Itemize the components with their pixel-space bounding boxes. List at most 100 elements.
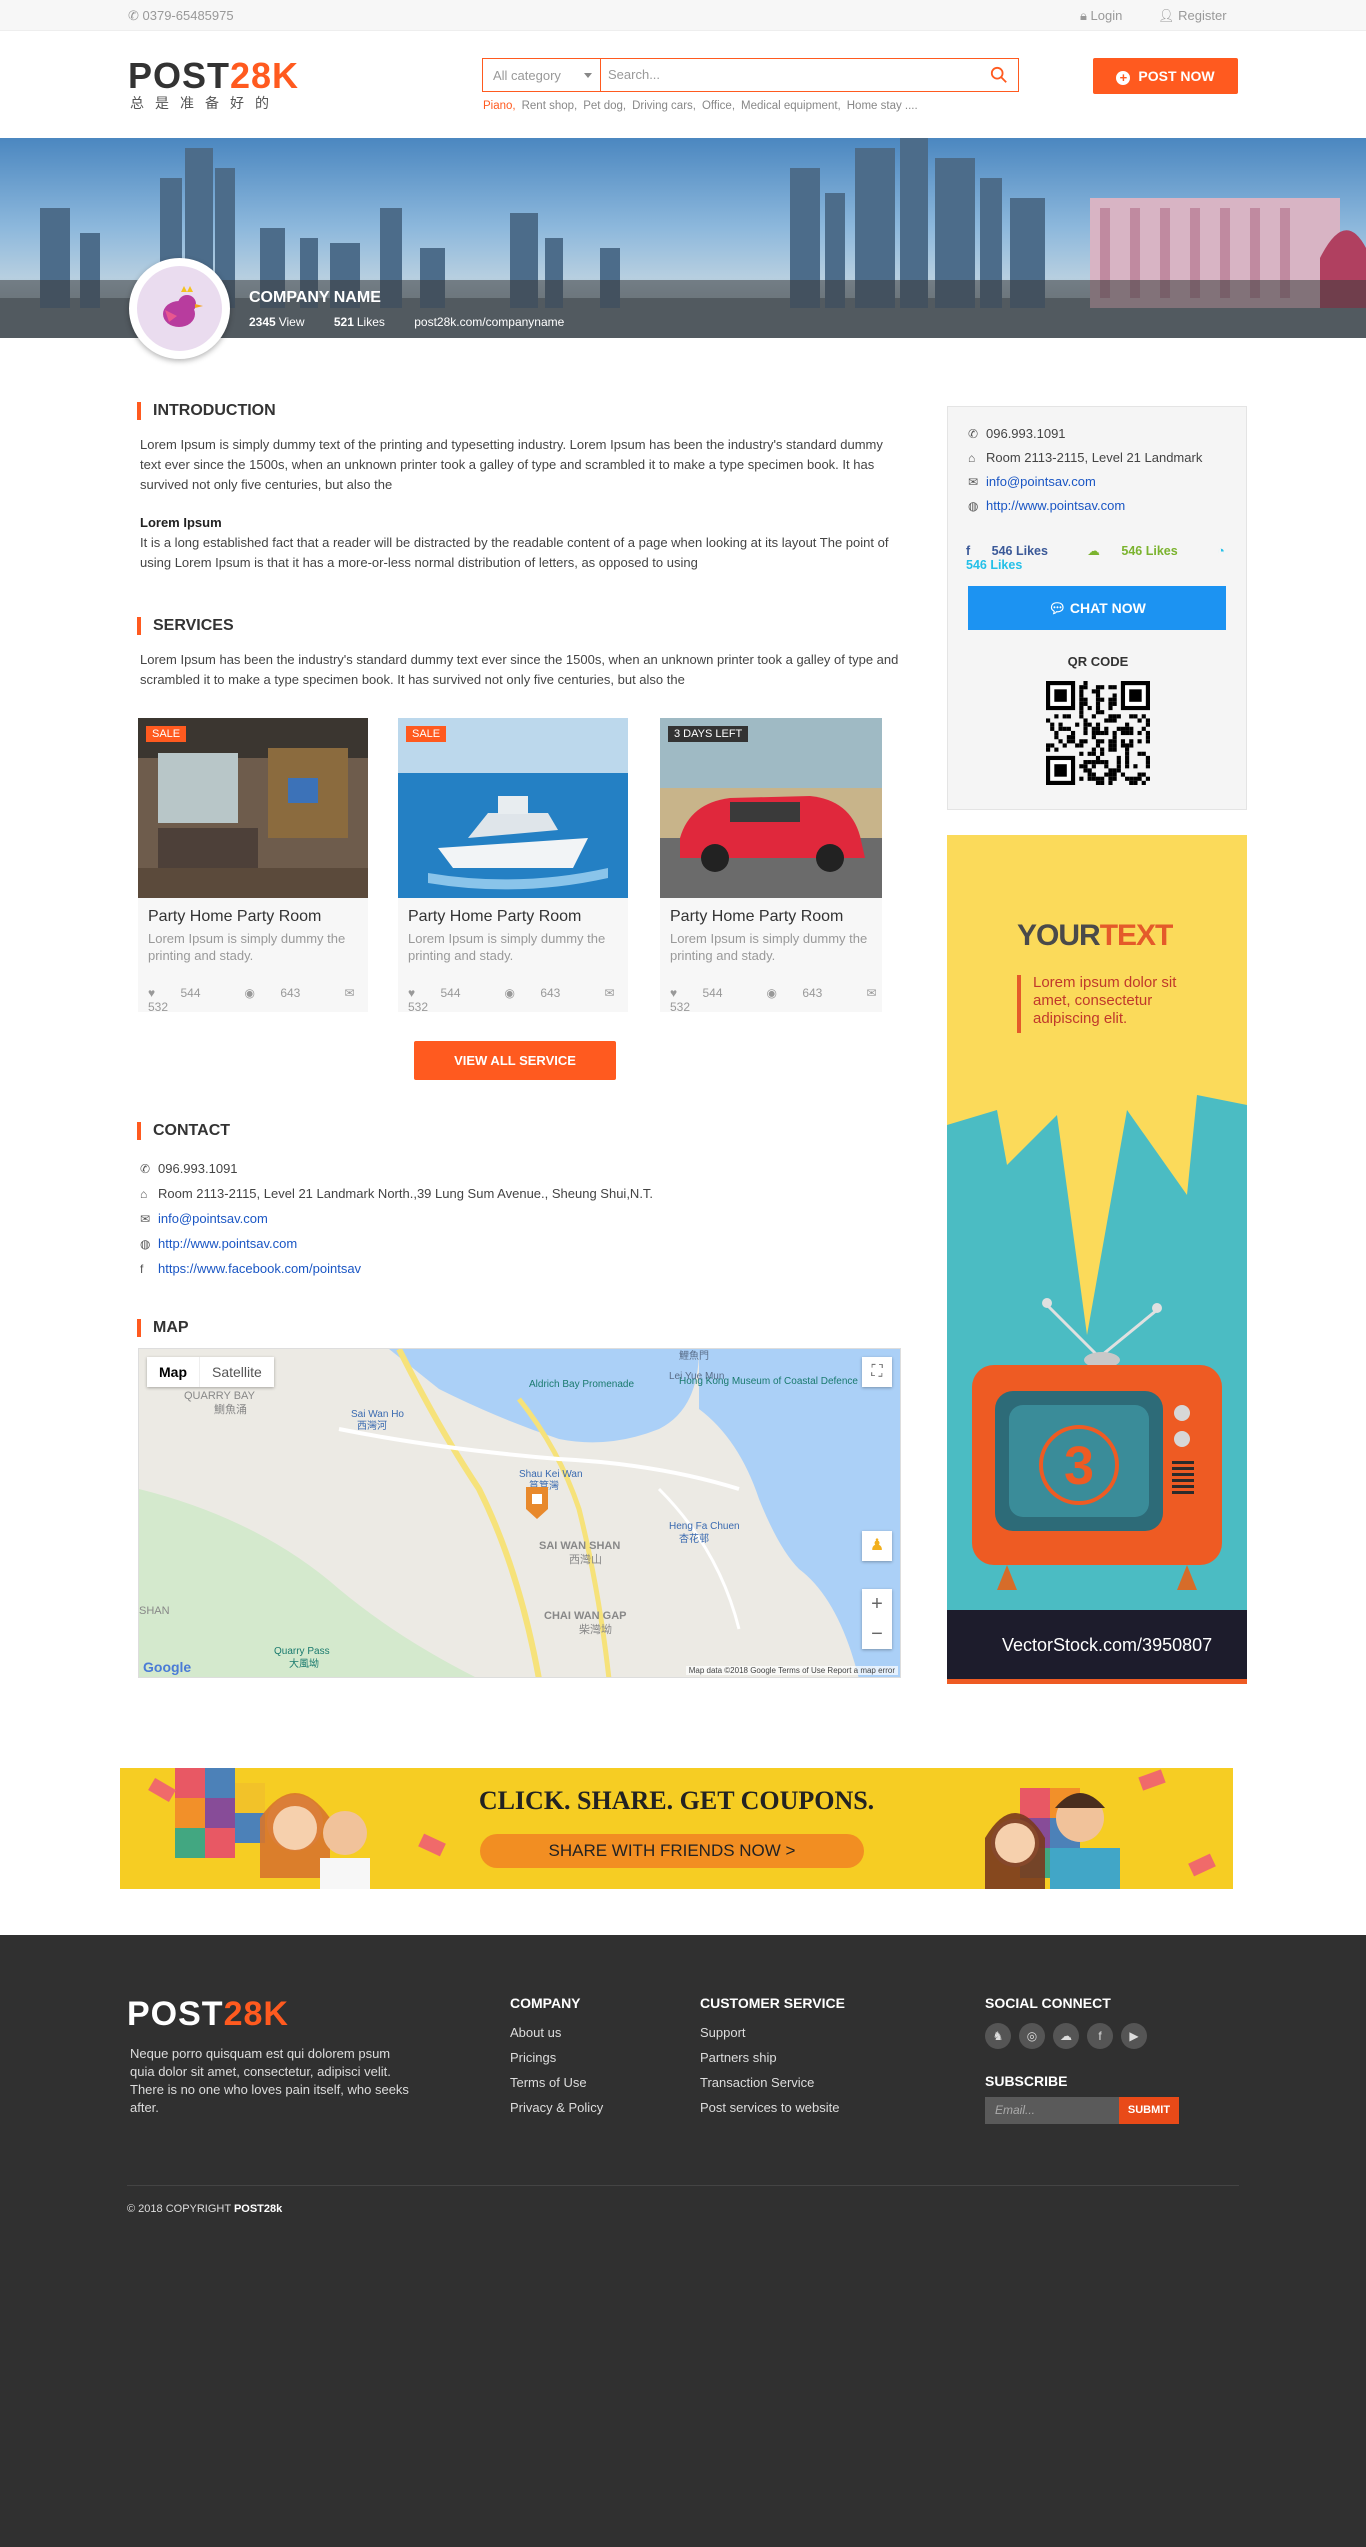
keyword-link[interactable]: Piano, bbox=[483, 100, 516, 112]
map-attribution[interactable]: Map data ©2018 Google Terms of Use Repor… bbox=[685, 1666, 898, 1675]
contact-email-link[interactable]: info@pointsav.com bbox=[158, 1211, 268, 1226]
keyword-link[interactable]: Home stay .... bbox=[847, 100, 918, 112]
service-image: SALE bbox=[398, 718, 628, 898]
service-meta: ♥ 544 ◉ 643 ✉ 532 bbox=[670, 986, 877, 1014]
service-title[interactable]: Party Home Party Room bbox=[670, 908, 843, 926]
zoom-out-icon[interactable]: − bbox=[862, 1619, 892, 1649]
youtube-icon[interactable]: ▶ bbox=[1121, 2023, 1147, 2049]
keyword-link[interactable]: Driving cars, bbox=[632, 100, 696, 112]
post-now-button[interactable]: + POST NOW bbox=[1093, 58, 1238, 94]
map-label: 杏花邨 bbox=[679, 1532, 709, 1545]
whatsapp-icon: ◔ bbox=[1217, 544, 1225, 558]
subscribe-title: SUBSCRIBE bbox=[985, 2073, 1068, 2089]
chat-now-button[interactable]: 💬︎ CHAT NOW bbox=[968, 586, 1226, 630]
lock-icon: 🔒︎ bbox=[1080, 8, 1091, 23]
wechat-likes[interactable]: ☁ 546 Likes bbox=[1087, 544, 1195, 558]
footer-cs-title: CUSTOMER SERVICE bbox=[700, 1995, 845, 2011]
service-meta: ♥ 544 ◉ 643 ✉ 532 bbox=[408, 986, 615, 1014]
zoom-control: + − bbox=[862, 1589, 892, 1649]
social-connect-title: SOCIAL CONNECT bbox=[985, 1995, 1111, 2011]
pegman-icon[interactable]: ♟ bbox=[862, 1531, 892, 1561]
fullscreen-icon[interactable]: ⛶ bbox=[862, 1357, 892, 1387]
home-icon: ⌂ bbox=[968, 451, 976, 465]
map-label: SHAN bbox=[139, 1605, 170, 1617]
map-label: 柴灣坳 bbox=[579, 1622, 612, 1636]
footer-link[interactable]: Transaction Service bbox=[700, 2075, 845, 2090]
share-with-friends-button[interactable]: SHARE WITH FRIENDS NOW > bbox=[480, 1834, 864, 1868]
map-label: 鰂魚涌 bbox=[214, 1402, 247, 1416]
company-avatar[interactable] bbox=[129, 258, 230, 359]
footer-link[interactable]: Terms of Use bbox=[510, 2075, 603, 2090]
facebook-likes[interactable]: f 546 Likes bbox=[966, 544, 1066, 558]
login-link[interactable]: 🔒︎ Login bbox=[1080, 8, 1122, 24]
satellite-tab[interactable]: Satellite bbox=[199, 1357, 274, 1387]
user-plus-icon: 👤︎ bbox=[1158, 8, 1179, 23]
subscribe-email-input[interactable]: Email... bbox=[985, 2097, 1119, 2124]
home-icon: ⌂ bbox=[140, 1187, 148, 1201]
service-title[interactable]: Party Home Party Room bbox=[408, 908, 581, 926]
intro-subtext: It is a long established fact that a rea… bbox=[140, 535, 889, 570]
qq-icon[interactable]: ♞ bbox=[985, 2023, 1011, 2049]
sidebar-email-link[interactable]: info@pointsav.com bbox=[986, 474, 1096, 489]
eye-icon: ◉ bbox=[504, 986, 519, 1000]
footer-link[interactable]: About us bbox=[510, 2025, 603, 2040]
map-label: 鯉魚門 bbox=[679, 1349, 709, 1362]
wechat-icon: ☁ bbox=[1087, 544, 1104, 558]
intro-text: Lorem Ipsum is simply dummy text of the … bbox=[140, 437, 883, 492]
service-image: 3 DAYS LEFT bbox=[660, 718, 882, 898]
google-logo: Google bbox=[143, 1659, 192, 1675]
coupon-headline: CLICK. SHARE. GET COUPONS. bbox=[478, 1786, 875, 1815]
tv-number: 3 bbox=[1063, 1436, 1095, 1496]
footer-divider bbox=[127, 2185, 1239, 2186]
service-desc: Lorem Ipsum is simply dummy the printing… bbox=[408, 931, 606, 963]
footer-link[interactable]: Partners ship bbox=[700, 2050, 845, 2065]
advertisement-banner[interactable]: YOURTEXT Lorem ipsum dolor sit amet, con… bbox=[947, 835, 1247, 1684]
comment-icon: ✉ bbox=[866, 986, 877, 1000]
weibo-icon[interactable]: ◎ bbox=[1019, 2023, 1045, 2049]
footer-customer-service-column: CUSTOMER SERVICE Support Partners ship T… bbox=[700, 1995, 845, 2125]
map-tab[interactable]: Map bbox=[147, 1357, 199, 1387]
keyword-link[interactable]: Pet dog, bbox=[583, 100, 626, 112]
sidebar-website-link[interactable]: http://www.pointsav.com bbox=[986, 498, 1125, 513]
map-label: Heng Fa Chuen bbox=[669, 1521, 740, 1532]
plus-circle-icon: + bbox=[1116, 71, 1131, 85]
contact-title: CONTACT bbox=[137, 1122, 230, 1140]
company-name: COMPANY NAME bbox=[249, 289, 381, 306]
service-title[interactable]: Party Home Party Room bbox=[148, 908, 321, 926]
company-url[interactable]: post28k.com/companyname bbox=[414, 315, 564, 329]
category-select[interactable]: All category bbox=[483, 59, 601, 91]
keyword-link[interactable]: Medical equipment, bbox=[741, 100, 841, 112]
zoom-in-icon[interactable]: + bbox=[862, 1589, 892, 1619]
footer-link[interactable]: Support bbox=[700, 2025, 845, 2040]
wechat-icon[interactable]: ☁ bbox=[1053, 2023, 1079, 2049]
coupon-banner[interactable]: CLICK. SHARE. GET COUPONS. SHARE WITH FR… bbox=[120, 1768, 1233, 1889]
topbar-phone: ✆ 0379-65485975 bbox=[128, 8, 234, 23]
footer-company-column: COMPANY About us Pricings Terms of Use P… bbox=[510, 1995, 603, 2125]
service-card[interactable]: SALE Party Home Party Room Lorem Ipsum i… bbox=[398, 718, 628, 1014]
services-text: Lorem Ipsum has been the industry's stan… bbox=[140, 652, 899, 687]
google-map[interactable]: QUARRY BAY 鰂魚涌 SAI WAN SHAN 西灣山 CHAI WAN… bbox=[138, 1348, 901, 1678]
footer-link[interactable]: Post services to website bbox=[700, 2100, 845, 2115]
keyword-link[interactable]: Rent shop, bbox=[522, 100, 578, 112]
map-label: Lei Yue Mun bbox=[669, 1371, 724, 1382]
logo[interactable]: POST28K bbox=[128, 55, 299, 97]
service-card[interactable]: 3 DAYS LEFT Party Home Party Room Lorem … bbox=[660, 718, 882, 1014]
footer-link[interactable]: Pricings bbox=[510, 2050, 603, 2065]
phone-icon: ✆ bbox=[128, 8, 143, 23]
view-all-service-button[interactable]: VIEW ALL SERVICE bbox=[414, 1041, 616, 1080]
keyword-link[interactable]: Office, bbox=[702, 100, 735, 112]
header: POST28K 总是准备好的 All category Search... Pi… bbox=[0, 31, 1366, 138]
search-input[interactable]: Search... bbox=[608, 67, 660, 82]
subscribe-submit-button[interactable]: SUBMIT bbox=[1119, 2097, 1179, 2124]
social-likes: f 546 Likes ☁ 546 Likes ◔ 546 Likes bbox=[966, 543, 1246, 572]
envelope-icon: ✉ bbox=[140, 1212, 151, 1226]
contact-facebook-link[interactable]: https://www.facebook.com/pointsav bbox=[158, 1261, 361, 1276]
phone-icon: ✆ bbox=[140, 1162, 151, 1176]
footer-link[interactable]: Privacy & Policy bbox=[510, 2100, 603, 2115]
footer-logo[interactable]: POST28K bbox=[127, 1995, 289, 2034]
register-link[interactable]: 👤︎ Register bbox=[1158, 8, 1227, 24]
contact-website-link[interactable]: http://www.pointsav.com bbox=[158, 1236, 297, 1251]
service-card[interactable]: SALE Party Home Party Room Lorem Ipsum i… bbox=[138, 718, 368, 1014]
search-icon[interactable] bbox=[990, 66, 1008, 84]
facebook-icon[interactable]: f bbox=[1087, 2023, 1113, 2049]
